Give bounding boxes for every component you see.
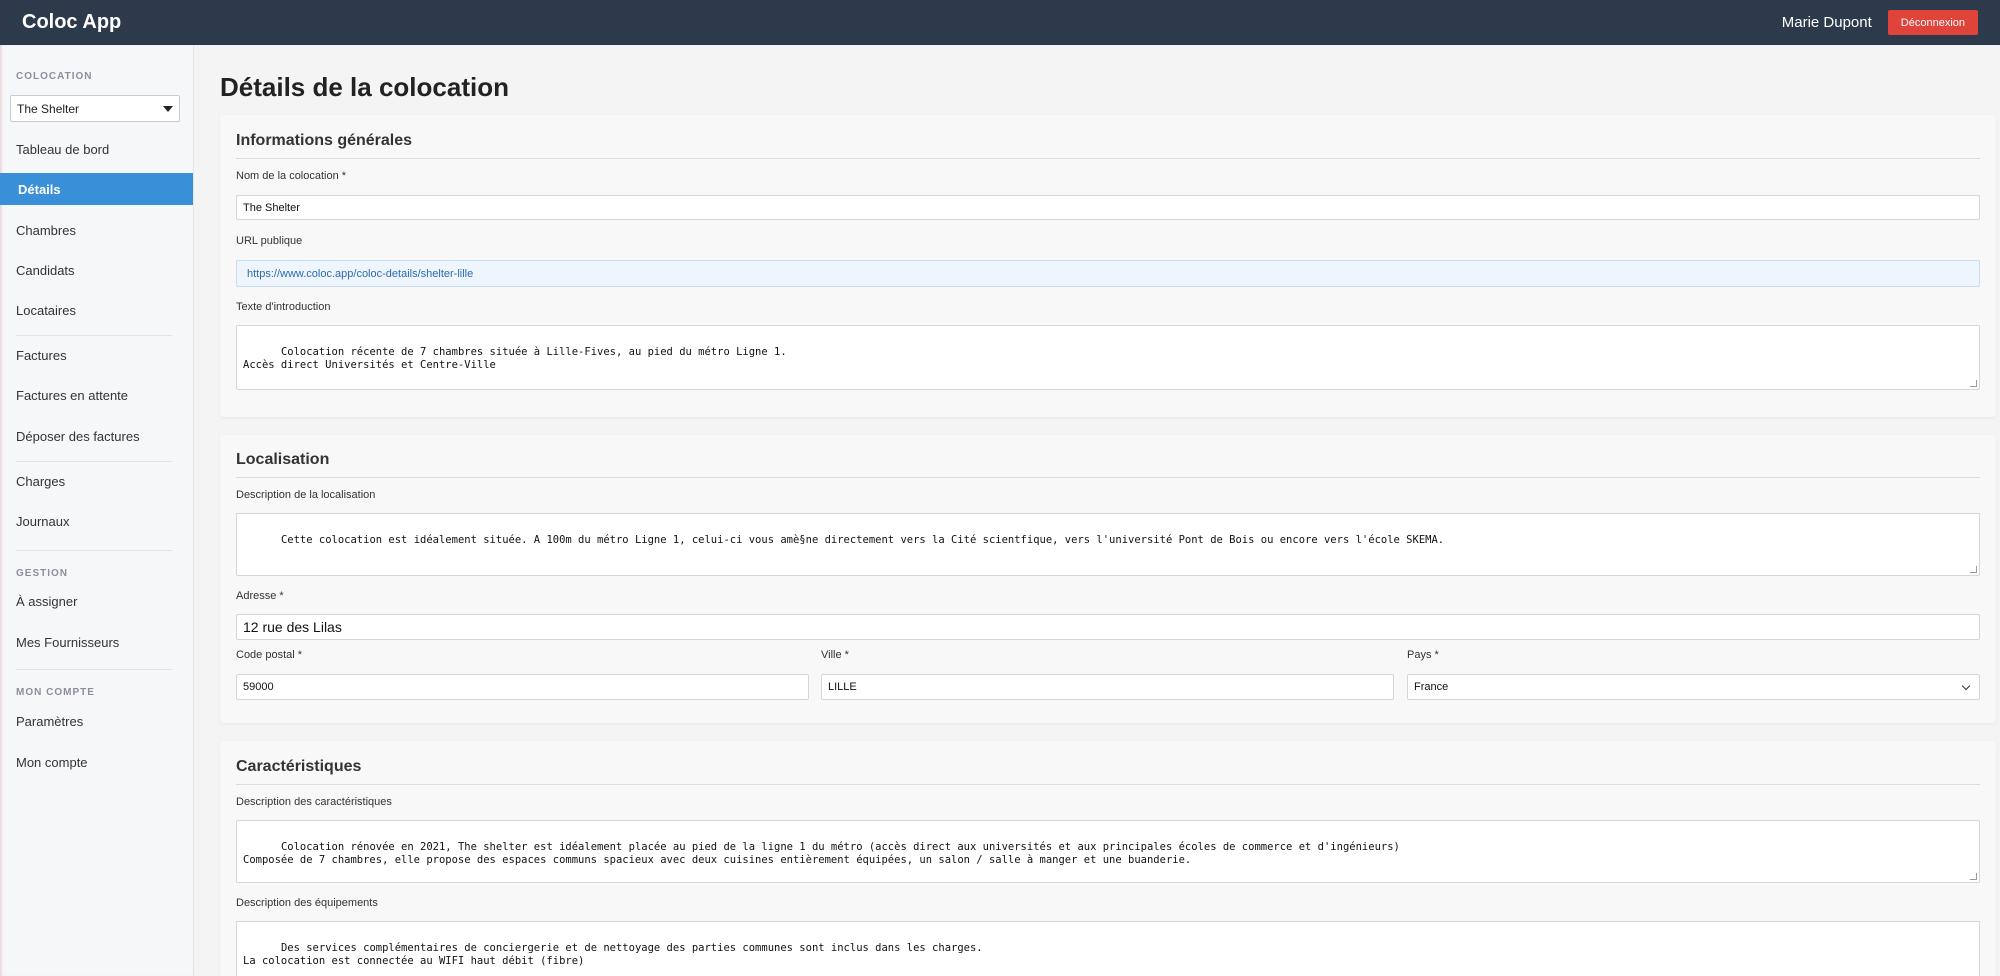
sidebar-item-factures-en-attente[interactable]: Factures en attente [0, 379, 193, 411]
sidebar-item-a-assigner[interactable]: À assigner [0, 585, 193, 617]
user-name: Marie Dupont [1781, 14, 1872, 31]
resize-handle-icon[interactable] [1970, 380, 1977, 387]
city-input[interactable]: LILLE [821, 674, 1394, 700]
sidebar-item-tableau-de-bord[interactable]: Tableau de bord [0, 133, 193, 165]
card-title: Caractéristiques [236, 758, 362, 775]
card-divider [236, 158, 1980, 159]
intro-text-label: Texte d'introduction [236, 301, 331, 313]
sidebar-item-mon-compte[interactable]: Mon compte [0, 746, 193, 778]
city-label: Ville * [821, 649, 849, 661]
sidebar-item-parametres[interactable]: Paramètres [0, 705, 193, 737]
sidebar-item-chambres[interactable]: Chambres [0, 214, 193, 246]
sidebar: COLOCATION The Shelter Tableau de bord D… [0, 45, 194, 976]
card-divider [236, 784, 1980, 785]
features-card: Caractéristiques Description des caracté… [220, 741, 1996, 976]
main-content: Détails de la colocation Informations gé… [194, 45, 2000, 976]
equipment-description-text: Des services complémentaires de concierg… [243, 942, 983, 967]
location-card: Localisation Description de la localisat… [220, 435, 1996, 723]
location-description-label: Description de la localisation [236, 489, 376, 501]
location-description-textarea[interactable]: Cette colocation est idéalement située. … [236, 513, 1980, 576]
country-select-value: France [1414, 681, 1449, 693]
header-user-area: Marie Dupont Déconnexion [1782, 10, 1978, 35]
address-input[interactable]: 12 rue des Lilas [236, 614, 1980, 640]
sidebar-item-locataires[interactable]: Locataires [0, 294, 193, 326]
card-divider [236, 477, 1980, 478]
app-brand[interactable]: Coloc App [22, 11, 121, 34]
country-label: Pays * [1407, 649, 1439, 661]
intro-text: Colocation récente de 7 chambres située … [243, 346, 787, 371]
sidebar-item-charges[interactable]: Charges [0, 465, 193, 497]
top-navbar: Coloc App Marie Dupont Déconnexion [0, 0, 2000, 45]
card-title: Localisation [236, 451, 330, 468]
card-title: Informations générales [236, 132, 413, 149]
colocation-select-value: The Shelter [17, 101, 80, 116]
chevron-down-icon [1961, 681, 1971, 691]
country-select[interactable]: France [1407, 674, 1980, 700]
general-info-card: Informations générales Nom de la colocat… [220, 115, 1996, 417]
sidebar-divider [16, 335, 172, 336]
sidebar-item-candidats[interactable]: Candidats [0, 254, 193, 286]
sidebar-divider [16, 461, 172, 462]
coloc-name-input[interactable]: The Shelter [236, 195, 1980, 220]
equipment-description-label: Description des équipements [236, 897, 378, 909]
sidebar-divider [16, 550, 172, 551]
caret-down-icon [163, 105, 173, 112]
page-title: Détails de la colocation [220, 72, 509, 102]
location-description-text: Cette colocation est idéalement située. … [280, 534, 1445, 546]
sidebar-item-factures[interactable]: Factures [0, 339, 193, 371]
colocation-select[interactable]: The Shelter [10, 95, 180, 122]
postal-code-label: Code postal * [236, 649, 303, 661]
intro-textarea[interactable]: Colocation récente de 7 chambres située … [236, 325, 1980, 390]
public-url-label: URL publique [236, 235, 303, 247]
sidebar-section-mon-compte: MON COMPTE [16, 687, 95, 698]
address-label: Adresse * [236, 590, 284, 602]
features-description-label: Description des caractéristiques [236, 796, 392, 808]
coloc-name-label: Nom de la colocation * [236, 170, 347, 182]
sidebar-section-gestion: GESTION [16, 568, 69, 579]
resize-handle-icon[interactable] [1970, 566, 1977, 573]
public-url-field[interactable]: https://www.coloc.app/coloc-details/shel… [236, 260, 1980, 287]
equipment-description-textarea[interactable]: Des services complémentaires de concierg… [236, 921, 1980, 976]
sidebar-item-deposer-factures[interactable]: Déposer des factures [0, 420, 193, 452]
sidebar-item-mes-fournisseurs[interactable]: Mes Fournisseurs [0, 626, 193, 658]
features-description-text: Colocation rénovée en 2021, The shelter … [243, 841, 1400, 866]
resize-handle-icon[interactable] [1970, 873, 1977, 880]
sidebar-item-details[interactable]: Détails [0, 173, 193, 205]
sidebar-item-journaux[interactable]: Journaux [0, 505, 193, 537]
postal-code-input[interactable]: 59000 [236, 674, 809, 700]
logout-button[interactable]: Déconnexion [1887, 10, 1978, 35]
sidebar-divider [16, 669, 172, 670]
features-description-textarea[interactable]: Colocation rénovée en 2021, The shelter … [236, 820, 1980, 883]
sidebar-section-colocation: COLOCATION [16, 71, 93, 82]
